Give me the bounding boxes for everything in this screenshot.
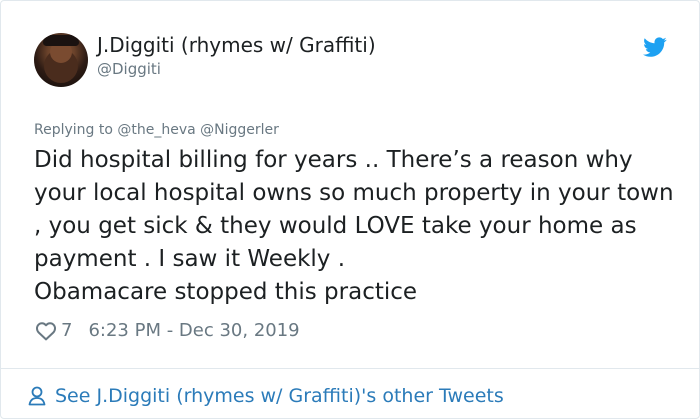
tweet-header: J.Diggiti (rhymes w/ Graffiti) @Diggiti bbox=[1, 1, 700, 101]
like-count[interactable]: 7 bbox=[61, 318, 72, 344]
heart-icon[interactable] bbox=[34, 319, 58, 343]
twitter-bird-icon[interactable] bbox=[643, 35, 667, 59]
reply-context: Replying to @the_heva @Niggerler bbox=[34, 122, 279, 138]
avatar[interactable] bbox=[34, 33, 88, 87]
tweet-timestamp[interactable]: 6:23 PM - Dec 30, 2019 bbox=[88, 318, 299, 344]
footer-divider bbox=[1, 368, 700, 369]
tweet-text: Did hospital billing for years .. There’… bbox=[34, 147, 674, 305]
tweet-card: J.Diggiti (rhymes w/ Graffiti) @Diggiti … bbox=[0, 0, 700, 419]
see-other-tweets-link[interactable]: See J.Diggiti (rhymes w/ Graffiti)'s oth… bbox=[25, 382, 504, 410]
person-icon bbox=[28, 386, 46, 406]
author-display-name[interactable]: J.Diggiti (rhymes w/ Graffiti) bbox=[97, 33, 376, 57]
author-username[interactable]: @Diggiti bbox=[97, 60, 161, 78]
see-other-tweets-label[interactable]: See J.Diggiti (rhymes w/ Graffiti)'s oth… bbox=[55, 382, 504, 410]
tweet-meta: 7 6:23 PM - Dec 30, 2019 bbox=[34, 318, 300, 344]
